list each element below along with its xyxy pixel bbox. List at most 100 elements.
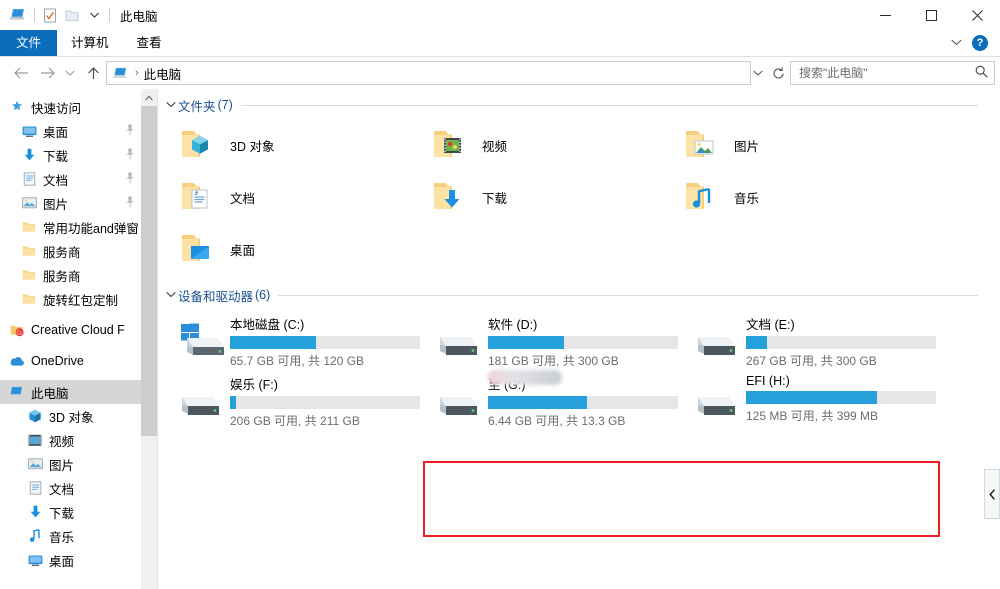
group-rule <box>278 294 978 296</box>
breadcrumb-current[interactable]: 此电脑 <box>144 64 182 83</box>
sidebar-item-this-pc[interactable]: 此电脑 <box>0 380 141 404</box>
sidebar-item-documents[interactable]: 文档 <box>0 476 141 500</box>
sidebar-item-folder-1[interactable]: 常用功能and弹窗 <box>0 215 141 239</box>
tab-computer[interactable]: 计算机 <box>57 30 123 56</box>
folder-documents-icon <box>174 179 226 215</box>
pin-icon[interactable] <box>125 196 135 208</box>
sidebar-label: 文档 <box>49 482 75 497</box>
ribbon-right-controls: ? <box>951 30 996 56</box>
refresh-icon[interactable] <box>768 61 788 85</box>
customize-dropdown-icon[interactable] <box>83 3 105 27</box>
drive-usage-fill <box>230 336 316 349</box>
navpane-scrollbar-thumb[interactable] <box>141 106 157 436</box>
folder-tile[interactable]: 视频 <box>426 119 678 171</box>
folders-group-header[interactable]: 文件夹 (7) <box>164 95 1000 115</box>
address-field[interactable]: › 此电脑 <box>106 61 751 85</box>
music-icon <box>26 528 44 544</box>
minimize-button[interactable] <box>862 0 908 30</box>
tab-file[interactable]: 文件 <box>0 30 58 56</box>
computer-icon <box>8 384 26 400</box>
close-button[interactable] <box>954 0 1000 30</box>
folder-tile[interactable]: 3D 对象 <box>174 119 426 171</box>
recent-locations-icon[interactable] <box>60 57 80 89</box>
drives-group-title: 设备和驱动器 <box>178 289 254 304</box>
up-button[interactable] <box>80 57 106 89</box>
address-bar: › 此电脑 <box>0 57 1000 89</box>
pin-icon[interactable] <box>125 124 135 136</box>
sidebar-item-onedrive[interactable]: OneDrive <box>0 349 141 373</box>
sidebar-label: 图片 <box>43 197 69 212</box>
help-icon[interactable]: ? <box>972 35 988 51</box>
search-box[interactable] <box>790 61 995 85</box>
search-icon[interactable] <box>975 65 988 81</box>
computer-icon <box>8 3 30 27</box>
sidebar-item-downloads-qa[interactable]: 下载 <box>0 143 141 167</box>
sidebar-label: 旋转红包定制 <box>43 293 119 308</box>
sidebar-item-desktop-qa[interactable]: 桌面 <box>0 119 141 143</box>
sidebar-item-3d-objects[interactable]: 3D 对象 <box>0 404 141 428</box>
drive-tile[interactable]: 本地磁盘 (C:) 65.7 GB 可用, 共 120 GB <box>174 309 432 369</box>
new-folder-icon[interactable] <box>61 3 83 27</box>
sidebar-item-pictures[interactable]: 图片 <box>0 452 141 476</box>
folder-tile[interactable]: 下载 <box>426 171 678 223</box>
folder-name: 图片 <box>734 139 760 154</box>
chevron-down-icon[interactable] <box>164 100 178 111</box>
sidebar-label: 常用功能and弹窗 <box>43 221 139 236</box>
folder-icon <box>20 219 38 235</box>
folder-icon <box>20 243 38 259</box>
folder-tile[interactable]: 图片 <box>678 119 930 171</box>
back-button[interactable] <box>8 57 34 89</box>
drive-icon <box>432 371 488 427</box>
sidebar-item-folder-4[interactable]: 旋转红包定制 <box>0 287 141 311</box>
pin-icon[interactable] <box>125 172 135 184</box>
folder-tile[interactable]: 音乐 <box>678 171 930 223</box>
maximize-button[interactable] <box>908 0 954 30</box>
navpane-scroll-up-button[interactable] <box>141 89 157 106</box>
sidebar-item-folder-2[interactable]: 服务商 <box>0 239 141 263</box>
drive-info: 至 (G:) 6.44 GB 可用, 共 13.3 GB <box>488 370 690 429</box>
sidebar-item-desktop[interactable]: 桌面 <box>0 548 141 572</box>
address-bar-controls <box>748 61 788 85</box>
sidebar-item-creative-cloud[interactable]: Cc Creative Cloud F <box>0 318 141 342</box>
properties-icon[interactable] <box>39 3 61 27</box>
preview-pane-collapse-button[interactable] <box>984 469 1000 519</box>
search-input[interactable] <box>797 65 975 81</box>
sidebar-item-pictures-qa[interactable]: 图片 <box>0 191 141 215</box>
drive-free-text: 6.44 GB 可用, 共 13.3 GB <box>488 414 626 428</box>
explorer-content: 快速访问 桌面 下载 文档 图片 常用功能and弹窗 服务商 服务商 旋转红包定… <box>0 89 1000 589</box>
sidebar-item-quick-access[interactable]: 快速访问 <box>0 95 141 119</box>
pin-icon[interactable] <box>125 148 135 160</box>
drive-usage-bar <box>488 396 678 409</box>
sidebar-label: 图片 <box>49 458 75 473</box>
sidebar-label: 音乐 <box>49 530 75 545</box>
sidebar-item-folder-3[interactable]: 服务商 <box>0 263 141 287</box>
folder-tile[interactable]: 桌面 <box>174 223 426 275</box>
drive-tile[interactable]: 文档 (E:) 267 GB 可用, 共 300 GB <box>690 309 948 369</box>
sidebar-item-downloads[interactable]: 下载 <box>0 500 141 524</box>
forward-button[interactable] <box>34 57 60 89</box>
drive-tile[interactable]: 至 (G:) 6.44 GB 可用, 共 13.3 GB <box>432 369 690 429</box>
chevron-down-icon[interactable] <box>164 290 178 301</box>
drive-usage-bar <box>488 336 678 349</box>
tab-view[interactable]: 查看 <box>123 30 176 56</box>
folder-tile[interactable]: 文档 <box>174 171 426 223</box>
sidebar-item-music[interactable]: 音乐 <box>0 524 141 548</box>
drive-info: 本地磁盘 (C:) 65.7 GB 可用, 共 120 GB <box>230 311 432 369</box>
chevron-down-icon[interactable] <box>951 37 962 49</box>
sidebar-label: 此电脑 <box>31 386 69 401</box>
sidebar-label: 3D 对象 <box>49 410 94 425</box>
navigation-buttons <box>8 57 106 89</box>
folder-pictures-icon <box>678 127 730 163</box>
drive-free-text: 267 GB 可用, 共 300 GB <box>746 354 877 368</box>
drives-group-header[interactable]: 设备和驱动器 (6) <box>164 285 1000 305</box>
sidebar-item-documents-qa[interactable]: 文档 <box>0 167 141 191</box>
drive-tile[interactable]: 软件 (D:) 181 GB 可用, 共 300 GB <box>432 309 690 369</box>
sidebar-label: 下载 <box>49 506 75 521</box>
address-history-dropdown-icon[interactable] <box>748 61 768 85</box>
breadcrumb-separator: › <box>135 67 139 79</box>
sidebar-label: 快速访问 <box>31 101 82 116</box>
drive-tile[interactable]: EFI (H:) 125 MB 可用, 共 399 MB <box>690 369 948 429</box>
folders-grid: 3D 对象 视频 图片 文档 下载 音乐 桌面 <box>174 119 984 275</box>
drive-tile[interactable]: 娱乐 (F:) 206 GB 可用, 共 211 GB <box>174 369 432 429</box>
sidebar-item-videos[interactable]: 视频 <box>0 428 141 452</box>
